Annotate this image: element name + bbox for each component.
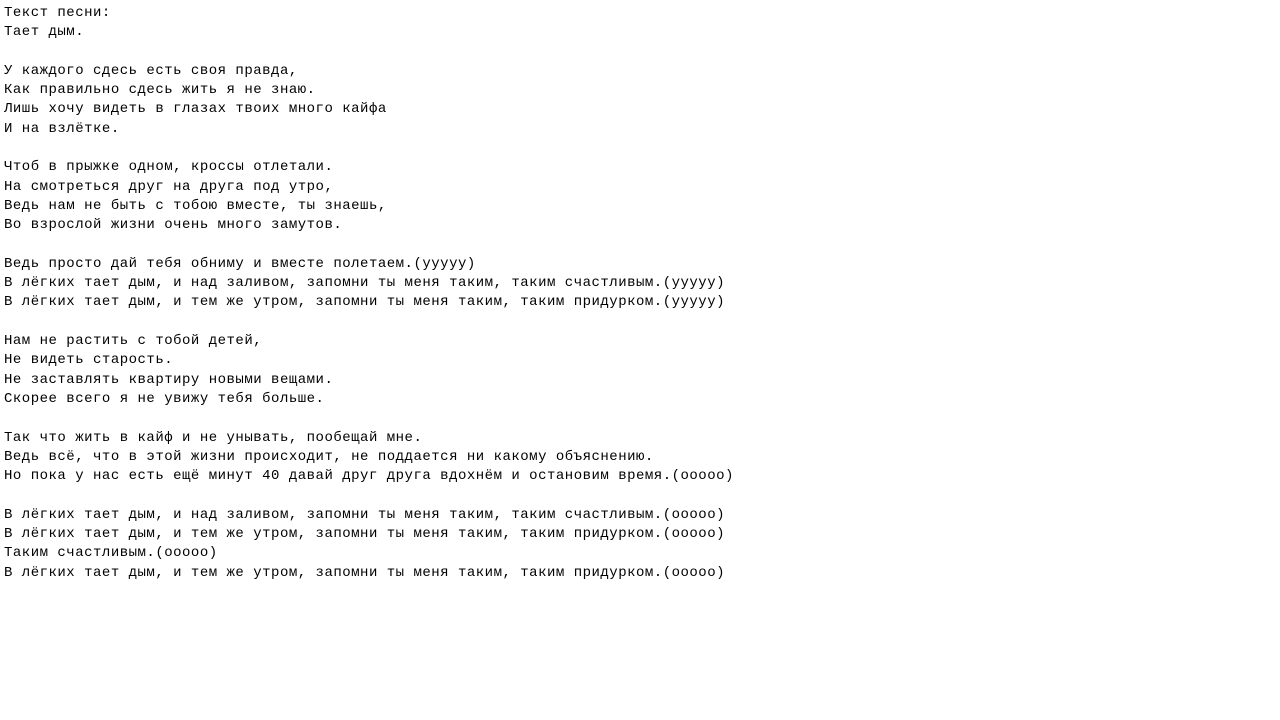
stanza-4-line-1: Нам не растить с тобой детей, (4, 333, 262, 349)
stanza-6-line-1: В лёгких тает дым, и над заливом, запомн… (4, 507, 725, 523)
stanza-2-line-4: Во взрослой жизни очень много замутов. (4, 217, 342, 233)
stanza-5-line-2: Ведь всё, что в этой жизни происходит, н… (4, 449, 654, 465)
stanza-4-line-4: Скорее всего я не увижу тебя больше. (4, 391, 324, 407)
stanza-2-line-2: На смотреться друг на друга под утро, (4, 179, 333, 195)
stanza-3-line-3: В лёгких тает дым, и тем же утром, запом… (4, 294, 725, 310)
stanza-6-line-3: Таким счастливым.(ооооо) (4, 545, 218, 561)
stanza-5-line-1: Так что жить в кайф и не унывать, пообещ… (4, 430, 422, 446)
stanza-1-line-3: Лишь хочу видеть в глазах твоих много ка… (4, 101, 387, 117)
stanza-6-line-4: В лёгких тает дым, и тем же утром, запом… (4, 565, 725, 581)
stanza-6-line-2: В лёгких тает дым, и тем же утром, запом… (4, 526, 725, 542)
stanza-2-line-3: Ведь нам не быть с тобою вместе, ты знае… (4, 198, 387, 214)
stanza-1-line-4: И на взлётке. (4, 121, 120, 137)
stanza-4-line-2: Не видеть старость. (4, 352, 173, 368)
song-title: Тает дым. (4, 24, 84, 40)
stanza-3-line-2: В лёгких тает дым, и над заливом, запомн… (4, 275, 725, 291)
lyrics-header: Текст песни: (4, 5, 111, 21)
lyrics-text: Текст песни: Тает дым. У каждого сдесь е… (4, 4, 1276, 583)
stanza-3-line-1: Ведь просто дай тебя обниму и вместе пол… (4, 256, 476, 272)
stanza-5-line-3: Но пока у нас есть ещё минут 40 давай др… (4, 468, 734, 484)
stanza-2-line-1: Чтоб в прыжке одном, кроссы отлетали. (4, 159, 333, 175)
stanza-1-line-2: Как правильно сдесь жить я не знаю. (4, 82, 316, 98)
stanza-1-line-1: У каждого сдесь есть своя правда, (4, 63, 298, 79)
stanza-4-line-3: Не заставлять квартиру новыми вещами. (4, 372, 333, 388)
